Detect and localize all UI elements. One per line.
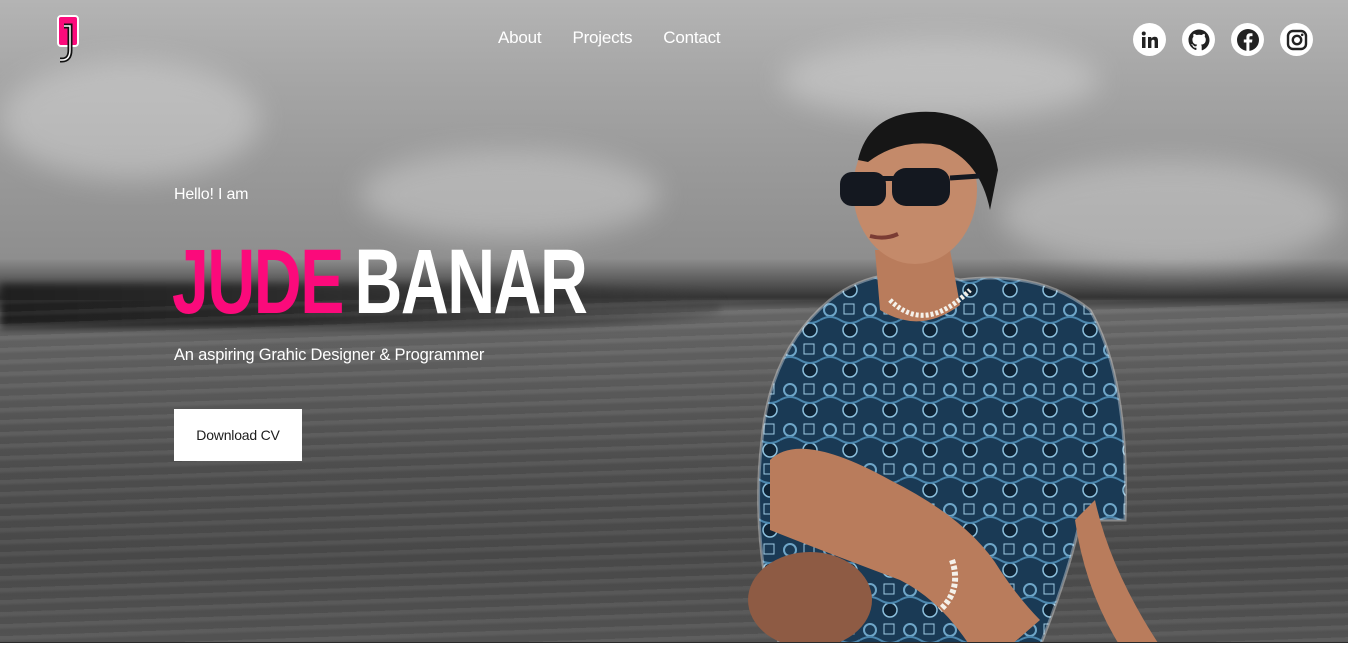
github-icon bbox=[1188, 29, 1209, 50]
hero-section: About Projects Contact Hello! I am JUDE … bbox=[0, 0, 1348, 646]
instagram-link[interactable] bbox=[1280, 23, 1313, 56]
linkedin-icon bbox=[1141, 31, 1158, 48]
main-nav: About Projects Contact bbox=[498, 28, 721, 48]
instagram-icon bbox=[1286, 29, 1307, 50]
tagline: An aspiring Grahic Designer & Programmer bbox=[174, 346, 485, 364]
nav-link-about[interactable]: About bbox=[498, 28, 542, 48]
download-cv-button[interactable]: Download CV bbox=[174, 409, 302, 461]
github-link[interactable] bbox=[1182, 23, 1215, 56]
facebook-link[interactable] bbox=[1231, 23, 1264, 56]
nav-link-contact[interactable]: Contact bbox=[663, 28, 720, 48]
greeting-text: Hello! I am bbox=[174, 186, 249, 203]
background-cloud bbox=[0, 60, 260, 180]
portrait-image bbox=[748, 111, 1160, 646]
last-name: BANAR bbox=[354, 231, 587, 333]
social-links bbox=[1133, 23, 1313, 56]
hero-name: JUDE BANAR bbox=[172, 222, 588, 342]
linkedin-link[interactable] bbox=[1133, 23, 1166, 56]
facebook-icon bbox=[1236, 28, 1259, 51]
nav-link-projects[interactable]: Projects bbox=[572, 28, 632, 48]
logo[interactable] bbox=[56, 14, 82, 66]
first-name: JUDE bbox=[172, 231, 344, 333]
